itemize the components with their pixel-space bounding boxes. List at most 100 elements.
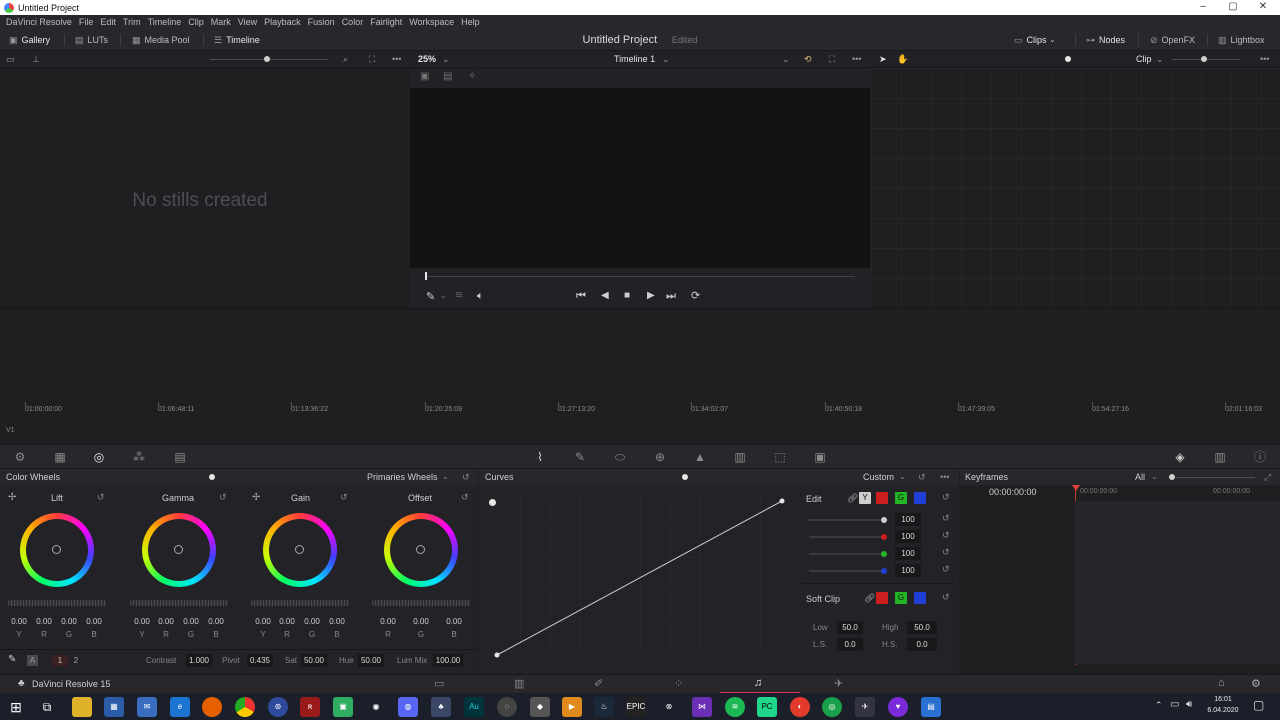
loop-icon[interactable]: ⟳ <box>691 289 700 302</box>
reset-icon[interactable]: ↺ <box>462 469 470 485</box>
xbox-icon[interactable]: ⊗ <box>659 697 679 717</box>
gain-g-value[interactable]: 0.00 <box>301 617 323 626</box>
menu-color[interactable]: Color <box>342 17 364 27</box>
skip-back-icon[interactable]: ⏮︎ <box>576 290 586 303</box>
gallery-zoom-handle[interactable] <box>264 56 270 62</box>
chevron-down-icon[interactable]: ⌄ <box>1156 51 1164 68</box>
play-icon[interactable]: ▶ <box>647 290 655 301</box>
curve-graph[interactable] <box>491 495 791 659</box>
sizing-icon[interactable]: ⬚ <box>772 449 788 465</box>
file-explorer-icon[interactable] <box>72 697 92 717</box>
tracker-icon[interactable]: ⊕ <box>652 449 668 465</box>
keyframe-playhead-marker[interactable] <box>1072 485 1080 491</box>
pointer-icon[interactable]: ➤ <box>879 51 887 68</box>
high-field[interactable]: 50.0 <box>907 621 937 634</box>
maximize-button[interactable]: ▢ <box>1218 0 1248 15</box>
firefox-icon[interactable] <box>202 697 222 717</box>
softclip-r-button[interactable]: R <box>876 592 888 604</box>
more-options-icon[interactable]: ••• <box>392 51 401 68</box>
clips-button[interactable]: ▭ Clips ⌄ <box>1014 29 1055 51</box>
chrome-icon[interactable] <box>235 697 255 717</box>
menu-davinci[interactable]: DaVinci Resolve <box>6 17 72 27</box>
lift-r-value[interactable]: 0.00 <box>33 617 55 626</box>
sat-field[interactable]: 50.00 <box>301 654 327 667</box>
reset-icon[interactable]: ↺ <box>942 492 950 503</box>
link-icon[interactable]: 🔗︎ <box>847 493 858 504</box>
r-intensity-slider[interactable] <box>809 536 883 538</box>
curve-point-black[interactable] <box>494 652 500 658</box>
expand-icon[interactable]: ⛶ <box>369 51 375 68</box>
expand-icon[interactable]: ⤢ <box>1264 469 1271 485</box>
menu-file[interactable]: File <box>79 17 94 27</box>
menu-playback[interactable]: Playback <box>264 17 301 27</box>
reset-icon[interactable]: ↺ <box>942 592 950 603</box>
store-icon[interactable]: ▦ <box>104 697 124 717</box>
lightbox-button[interactable]: ▥ Lightbox <box>1218 29 1265 51</box>
curves-icon[interactable]: ⌇ <box>532 449 548 465</box>
more-options-icon[interactable]: ••• <box>1260 51 1269 68</box>
info-icon[interactable]: ⓘ <box>1252 449 1268 465</box>
app-red-icon[interactable]: ◐ <box>790 697 810 717</box>
keyframe-filter-selector[interactable]: All <box>1135 469 1145 485</box>
vpn-icon[interactable]: ⊛ <box>268 697 288 717</box>
lummix-field[interactable]: 100.00 <box>433 654 463 667</box>
menu-edit[interactable]: Edit <box>100 17 116 27</box>
y-intensity-field[interactable]: 100 <box>895 513 921 526</box>
audition-icon[interactable]: Au <box>464 697 484 717</box>
gain-y-value[interactable]: 0.00 <box>252 617 274 626</box>
y-slider-handle[interactable] <box>881 517 887 523</box>
eyedropper-icon[interactable]: ✎ <box>8 654 16 665</box>
fairlight-page-icon[interactable]: ♫ <box>754 677 762 689</box>
reset-icon[interactable]: ↺ <box>97 492 105 503</box>
task-view-icon[interactable]: ⧉ <box>37 697 57 717</box>
b-slider-handle[interactable] <box>881 568 887 574</box>
gain-master-slider[interactable] <box>251 600 349 606</box>
pivot-field[interactable]: 0.435 <box>247 654 273 667</box>
keyframe-zoom-slider[interactable] <box>1175 477 1255 478</box>
rgb-mixer-icon[interactable]: ⁂ <box>131 449 147 465</box>
channel-y-button[interactable]: Y <box>859 492 871 504</box>
app-r-icon[interactable]: ʀ <box>300 697 320 717</box>
discord-icon[interactable]: ◍ <box>398 697 418 717</box>
color-wheels-icon[interactable]: ◎ <box>91 449 107 465</box>
vlc-icon[interactable]: ▶ <box>562 697 582 717</box>
reset-icon[interactable]: ↺ <box>942 547 950 558</box>
clip-mode-selector[interactable]: Clip <box>1136 51 1152 68</box>
gain-b-value[interactable]: 0.00 <box>326 617 348 626</box>
network-icon[interactable]: ▭ <box>1170 699 1179 710</box>
gamma-b-value[interactable]: 0.00 <box>205 617 227 626</box>
chevron-down-icon[interactable]: ⌄ <box>782 51 790 68</box>
keyframes-panel-icon[interactable]: ◈ <box>1172 449 1188 465</box>
reset-icon[interactable]: ↺ <box>219 492 227 503</box>
highlight-icon[interactable]: ⟲ <box>804 51 812 68</box>
menu-help[interactable]: Help <box>461 17 480 27</box>
skip-forward-icon[interactable]: ⏭︎ <box>666 290 676 303</box>
steam-icon[interactable]: ♨ <box>594 697 614 717</box>
softclip-b-button[interactable]: B <box>914 592 926 604</box>
media-page-icon[interactable]: ▭ <box>434 677 444 690</box>
stills-list-icon[interactable]: ⊥ <box>32 51 40 68</box>
davinci-taskbar-icon[interactable]: ♣ <box>431 697 451 717</box>
link-icon[interactable]: 🔗︎ <box>864 593 875 604</box>
low-field[interactable]: 50.0 <box>837 621 863 634</box>
game-app-icon[interactable]: ▣ <box>333 697 353 717</box>
wheels-mode-selector[interactable]: Primaries Wheels <box>367 469 438 485</box>
gamma-master-slider[interactable] <box>130 600 228 606</box>
crosshair-icon[interactable]: ✢ <box>8 492 16 503</box>
volume-tray-icon[interactable]: 🔊︎ <box>1186 699 1192 710</box>
tray-chevron-icon[interactable]: ⌃ <box>1155 700 1163 711</box>
scrubber-track[interactable] <box>425 276 855 277</box>
chevron-down-icon[interactable]: ⌄ <box>1151 469 1158 485</box>
gamma-g-value[interactable]: 0.00 <box>180 617 202 626</box>
window-icon[interactable]: ⬭ <box>612 449 628 465</box>
offset-g-value[interactable]: 0.00 <box>410 617 432 626</box>
menu-workspace[interactable]: Workspace <box>409 17 454 27</box>
b-intensity-slider[interactable] <box>809 570 883 572</box>
gamma-wheel-center[interactable] <box>174 545 183 554</box>
media-pool-button[interactable]: ▦ Media Pool <box>132 29 190 51</box>
contrast-field[interactable]: 1.000 <box>186 654 212 667</box>
channel-r-button[interactable]: R <box>876 492 888 504</box>
menu-clip[interactable]: Clip <box>188 17 204 27</box>
more-options-icon[interactable]: ••• <box>940 469 949 485</box>
curve-anchor-dot[interactable] <box>489 499 496 506</box>
